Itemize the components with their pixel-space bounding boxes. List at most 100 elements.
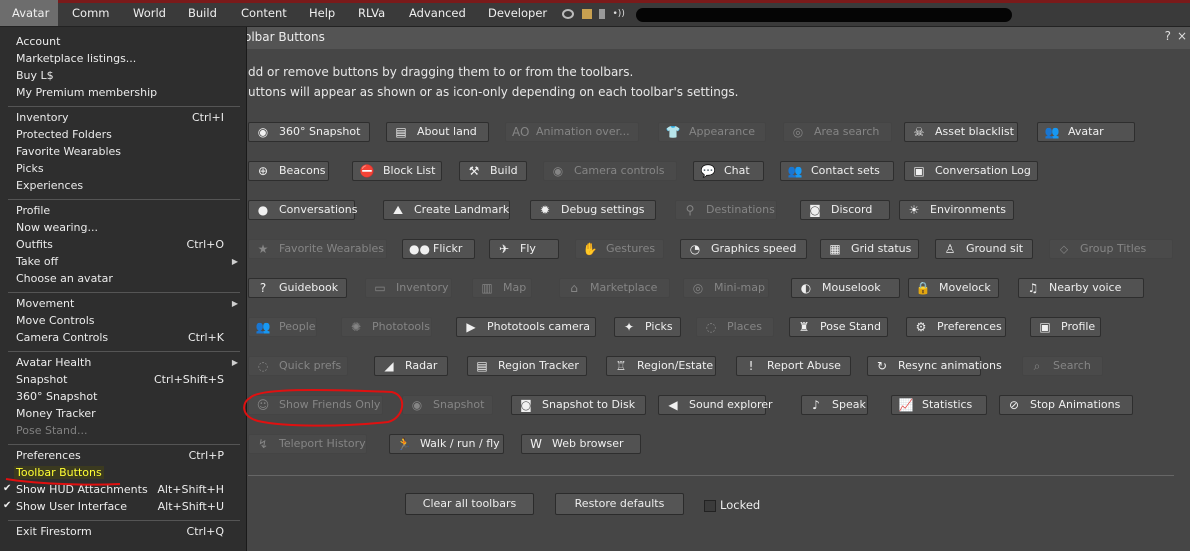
toolbar-button-camera-controls[interactable]: ◉ Camera controls (543, 161, 677, 181)
menu-item-protected-folders[interactable]: Protected Folders (16, 128, 112, 141)
menu-item-profile[interactable]: Profile (16, 204, 50, 217)
toolbar-button-radar[interactable]: ◢ Radar (374, 356, 448, 376)
toolbar-button-map[interactable]: ▥ Map (472, 278, 532, 298)
menu-item-show-hud-attachments[interactable]: Show HUD Attachments (16, 483, 148, 496)
menu-item-now-wearing[interactable]: Now wearing... (16, 221, 98, 234)
close-button[interactable]: × (1177, 29, 1187, 43)
menu-item-marketplace-listings[interactable]: Marketplace listings... (16, 52, 136, 65)
toolbar-button-animation-over[interactable]: AO Animation over... (505, 122, 639, 142)
menu-item-buy-l[interactable]: Buy L$ (16, 69, 54, 82)
toolbar-button-resync-animations[interactable]: ↻ Resync animations (867, 356, 1002, 376)
toolbar-button-flickr[interactable]: ●● Flickr (402, 239, 475, 259)
menu-item-snapshot[interactable]: Snapshot (16, 373, 67, 386)
toolbar-button-appearance[interactable]: 👕 Appearance (658, 122, 766, 142)
eye-icon[interactable] (562, 9, 574, 19)
toolbar-button-marketplace[interactable]: ⌂ Marketplace (559, 278, 670, 298)
menu-item-exit-firestorm[interactable]: Exit Firestorm (16, 525, 92, 538)
toolbar-button-web-browser[interactable]: W Web browser (521, 434, 641, 454)
toolbar-button-walk-run-fly[interactable]: 🏃 Walk / run / fly (389, 434, 504, 454)
toolbar-button-360-snapshot[interactable]: ◉ 360° Snapshot (248, 122, 370, 142)
toolbar-button-phototools-camera[interactable]: ▶ Phototools camera (456, 317, 596, 337)
toolbar-button-area-search[interactable]: ◎ Area search (783, 122, 892, 142)
toolbar-button-group-titles[interactable]: ⬦ Group Titles (1049, 239, 1173, 259)
menu-item-outfits[interactable]: Outfits (16, 238, 53, 251)
toolbar-button-show-friends-only[interactable]: ☺ Show Friends Only (248, 395, 383, 415)
menu-item-toolbar-buttons[interactable]: Toolbar Buttons (14, 466, 104, 479)
toolbar-button-phototools[interactable]: ✺ Phototools (341, 317, 432, 337)
window-title-bar[interactable]: olbar Buttons ? × (234, 27, 1190, 49)
menu-bar-rlva[interactable]: RLVa (358, 0, 385, 26)
menu-item-experiences[interactable]: Experiences (16, 179, 83, 192)
menu-bar-build[interactable]: Build (188, 0, 217, 26)
toolbar-button-places[interactable]: ◌ Places (696, 317, 774, 337)
toolbar-button-mouselook[interactable]: ◐ Mouselook (791, 278, 900, 298)
menu-item-move-controls[interactable]: Move Controls (16, 314, 95, 327)
toolbar-button-preferences[interactable]: ⚙ Preferences (906, 317, 1006, 337)
menu-bar-developer[interactable]: Developer (488, 0, 547, 26)
menu-bar-content[interactable]: Content (241, 0, 287, 26)
toolbar-button-block-list[interactable]: ⛔ Block List (352, 161, 442, 181)
toolbar-button-gestures[interactable]: ✋ Gestures (575, 239, 664, 259)
menu-item-avatar-health[interactable]: Avatar Health (16, 356, 91, 369)
toolbar-button-speak[interactable]: ♪ Speak (801, 395, 868, 415)
menu-item-my-premium-membership[interactable]: My Premium membership (16, 86, 157, 99)
menu-item-take-off[interactable]: Take off (16, 255, 58, 268)
menu-item-movement[interactable]: Movement (16, 297, 74, 310)
toolbar-button-fly[interactable]: ✈ Fly (489, 239, 559, 259)
toolbar-button-picks[interactable]: ✦ Picks (614, 317, 681, 337)
toolbar-button-favorite-wearables[interactable]: ★ Favorite Wearables (248, 239, 387, 259)
toolbar-button-chat[interactable]: 💬 Chat (693, 161, 764, 181)
toolbar-button-about-land[interactable]: ▤ About land (386, 122, 489, 142)
toolbar-button-graphics-speed[interactable]: ◔ Graphics speed (680, 239, 807, 259)
toolbar-button-destinations[interactable]: ⚲ Destinations (675, 200, 777, 220)
menu-item-show-user-interface[interactable]: Show User Interface (16, 500, 127, 513)
menu-item-inventory[interactable]: Inventory (16, 111, 69, 124)
toolbar-button-stop-animations[interactable]: ⊘ Stop Animations (999, 395, 1133, 415)
toolbar-button-avatar[interactable]: 👥 Avatar (1037, 122, 1135, 142)
clear-all-toolbars-button[interactable]: Clear all toolbars (405, 493, 534, 515)
toolbar-button-inventory[interactable]: ▭ Inventory (365, 278, 452, 298)
menu-item-account[interactable]: Account (16, 35, 60, 48)
toolbar-button-profile[interactable]: ▣ Profile (1030, 317, 1101, 337)
toolbar-button-statistics[interactable]: 📈 Statistics (891, 395, 987, 415)
toolbar-button-search[interactable]: ⌕ Search (1022, 356, 1103, 376)
toolbar-button-environments[interactable]: ☀ Environments (899, 200, 1014, 220)
toolbar-button-guidebook[interactable]: ? Guidebook (248, 278, 347, 298)
toolbar-button-build[interactable]: ⚒ Build (459, 161, 527, 181)
menu-item-preferences[interactable]: Preferences (16, 449, 81, 462)
voice-icon[interactable]: •)) (613, 9, 625, 19)
toolbar-button-people[interactable]: 👥 People (248, 317, 317, 337)
menu-item-money-tracker[interactable]: Money Tracker (16, 407, 96, 420)
toolbar-button-snapshot[interactable]: ◉ Snapshot (402, 395, 493, 415)
menu-item-camera-controls[interactable]: Camera Controls (16, 331, 108, 344)
menu-item-picks[interactable]: Picks (16, 162, 44, 175)
toolbar-button-sound-explorer[interactable]: ◀ Sound explorer (658, 395, 773, 415)
toolbar-button-mini-map[interactable]: ◎ Mini-map (683, 278, 769, 298)
toolbar-button-snapshot-to-disk[interactable]: ◙ Snapshot to Disk (511, 395, 646, 415)
toolbar-button-debug-settings[interactable]: ✹ Debug settings (530, 200, 656, 220)
toolbar-button-ground-sit[interactable]: ♙ Ground sit (935, 239, 1033, 259)
toolbar-button-quick-prefs[interactable]: ◌ Quick prefs (248, 356, 348, 376)
toolbar-button-region-estate[interactable]: ♖ Region/Estate (606, 356, 716, 376)
toolbar-button-asset-blacklist[interactable]: ☠ Asset blacklist (904, 122, 1018, 142)
menu-item-360-snapshot[interactable]: 360° Snapshot (16, 390, 97, 403)
menu-bar-advanced[interactable]: Advanced (409, 0, 466, 26)
toolbar-button-create-landmark[interactable]: ⛰ Create Landmark (383, 200, 510, 220)
menu-item-choose-an-avatar[interactable]: Choose an avatar (16, 272, 113, 285)
help-button[interactable]: ? (1165, 29, 1171, 43)
menu-bar-world[interactable]: World (133, 0, 166, 26)
lock-icon[interactable] (599, 9, 605, 19)
menu-item-favorite-wearables[interactable]: Favorite Wearables (16, 145, 121, 158)
toolbar-button-beacons[interactable]: ⊕ Beacons (248, 161, 329, 181)
restore-defaults-button[interactable]: Restore defaults (555, 493, 684, 515)
toolbar-button-conversation-log[interactable]: ▣ Conversation Log (904, 161, 1038, 181)
toolbar-button-region-tracker[interactable]: ▤ Region Tracker (467, 356, 587, 376)
toolbar-button-conversations[interactable]: ● Conversations (248, 200, 357, 220)
locked-checkbox[interactable] (704, 500, 716, 512)
menu-item-pose-stand[interactable]: Pose Stand... (16, 424, 87, 437)
toolbar-button-pose-stand[interactable]: ♜ Pose Stand (789, 317, 888, 337)
toolbar-button-nearby-voice[interactable]: ♫ Nearby voice (1018, 278, 1144, 298)
menu-bar-avatar[interactable]: Avatar (0, 0, 58, 26)
toolbar-button-teleport-history[interactable]: ↯ Teleport History (248, 434, 367, 454)
toolbar-button-grid-status[interactable]: ▦ Grid status (820, 239, 919, 259)
